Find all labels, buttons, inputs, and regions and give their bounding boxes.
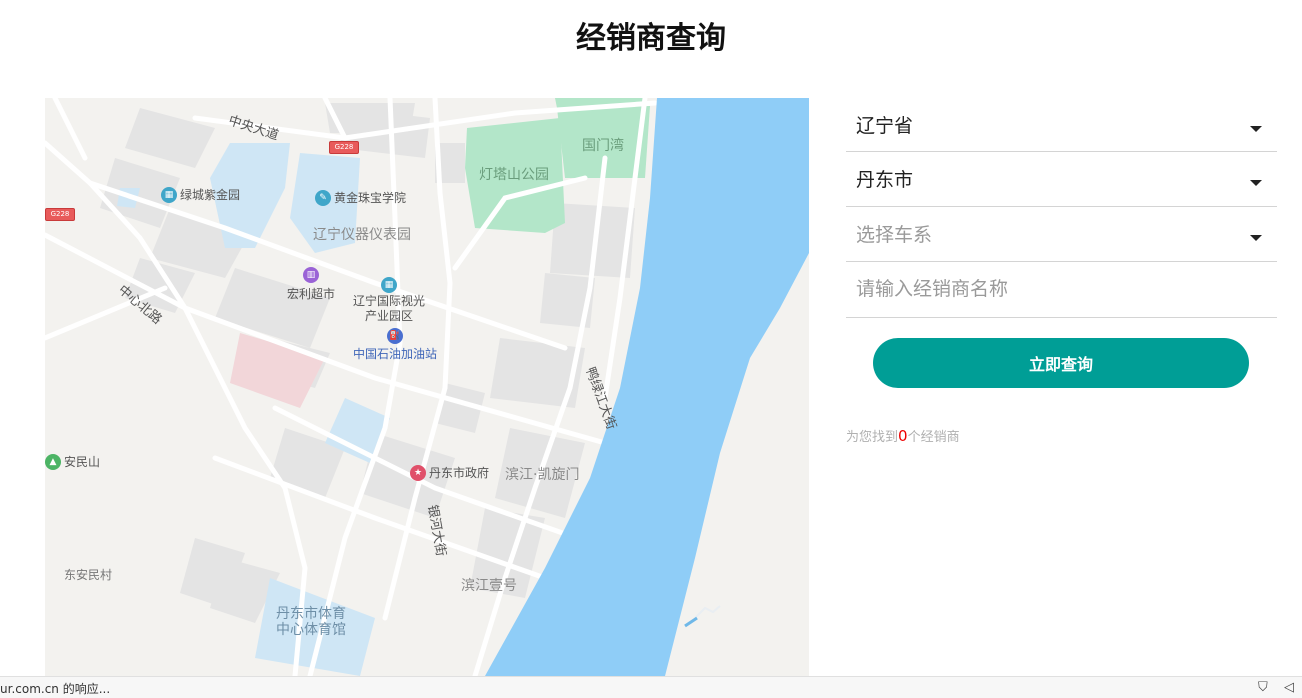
poi-dengta-park[interactable]: 灯塔山公园 [479, 164, 549, 184]
province-select[interactable]: 辽宁省 [846, 98, 1277, 152]
province-value: 辽宁省 [856, 115, 914, 137]
city-select[interactable]: 丹东市 [846, 152, 1277, 207]
poi-kaixuanmen[interactable]: 滨江·凯旋门 [505, 464, 579, 484]
result-summary: 为您找到0个经销商 [846, 426, 960, 445]
building-icon: ▦ [161, 186, 177, 203]
poi-binjiang-one[interactable]: 滨江壹号 [461, 575, 517, 595]
shield-icon[interactable]: ⛉ [1258, 680, 1268, 695]
route-shield: G228 [45, 208, 75, 221]
poi-government[interactable]: ★ 丹东市政府 [410, 464, 489, 481]
poi-liaoning-instrument[interactable]: 辽宁仪器仪表园 [313, 224, 411, 244]
chevron-down-icon [1250, 126, 1262, 132]
poi-dongan[interactable]: 东安民村 [64, 566, 112, 583]
dealer-name-field [846, 262, 1277, 318]
poi-petrochina[interactable]: ⛽ 中国石油加油站 [353, 328, 437, 362]
poi-lvcheng[interactable]: ▦ 绿城紫金园 [161, 186, 240, 203]
status-text: ur.com.cn 的响应... [0, 682, 111, 696]
chevron-down-icon [1250, 180, 1262, 186]
shop-icon: ▥ [303, 267, 319, 283]
city-value: 丹东市 [856, 169, 914, 191]
poi-guomenwan[interactable]: 国门湾 [582, 135, 624, 155]
poi-liaoning-media[interactable]: ▦ 辽宁国际视光 产业园区 [353, 277, 425, 323]
result-prefix: 为您找到 [846, 430, 899, 445]
fuel-icon: ⛽ [387, 328, 403, 344]
page-title: 经销商查询 [576, 21, 726, 56]
dealer-search-form: 辽宁省 丹东市 选择车系 立即查询 为您找到0个经销商 [846, 98, 1277, 445]
result-count: 0 [898, 427, 908, 445]
poi-sports-center[interactable]: 丹东市体育 中心体育馆 [276, 606, 346, 638]
result-suffix: 个经销商 [907, 430, 960, 445]
map-canvas[interactable] [45, 98, 809, 676]
map[interactable]: G228 G228 中央大道 中心北路 鸭绿江大街 银河大街 ▦ 绿城紫金园 ✎… [45, 98, 809, 676]
star-icon: ★ [410, 464, 426, 481]
dealer-name-input[interactable] [846, 262, 1277, 316]
browser-status-bar: ur.com.cn 的响应... ⛉ ◁ [0, 676, 1302, 698]
chevron-down-icon [1250, 235, 1262, 241]
school-icon: ✎ [315, 189, 331, 206]
building-icon: ▦ [381, 277, 397, 293]
poi-huangjin[interactable]: ✎ 黄金珠宝学院 [315, 189, 406, 206]
query-button[interactable]: 立即查询 [873, 338, 1249, 388]
route-shield: G228 [329, 141, 359, 154]
series-placeholder: 选择车系 [856, 224, 933, 246]
poi-anminshan[interactable]: ▲ 安民山 [45, 453, 100, 470]
poi-hongli[interactable]: ▥ 宏利超市 [287, 267, 335, 302]
series-select[interactable]: 选择车系 [846, 207, 1277, 262]
speaker-icon[interactable]: ◁ [1284, 680, 1294, 695]
mountain-icon: ▲ [45, 453, 61, 470]
